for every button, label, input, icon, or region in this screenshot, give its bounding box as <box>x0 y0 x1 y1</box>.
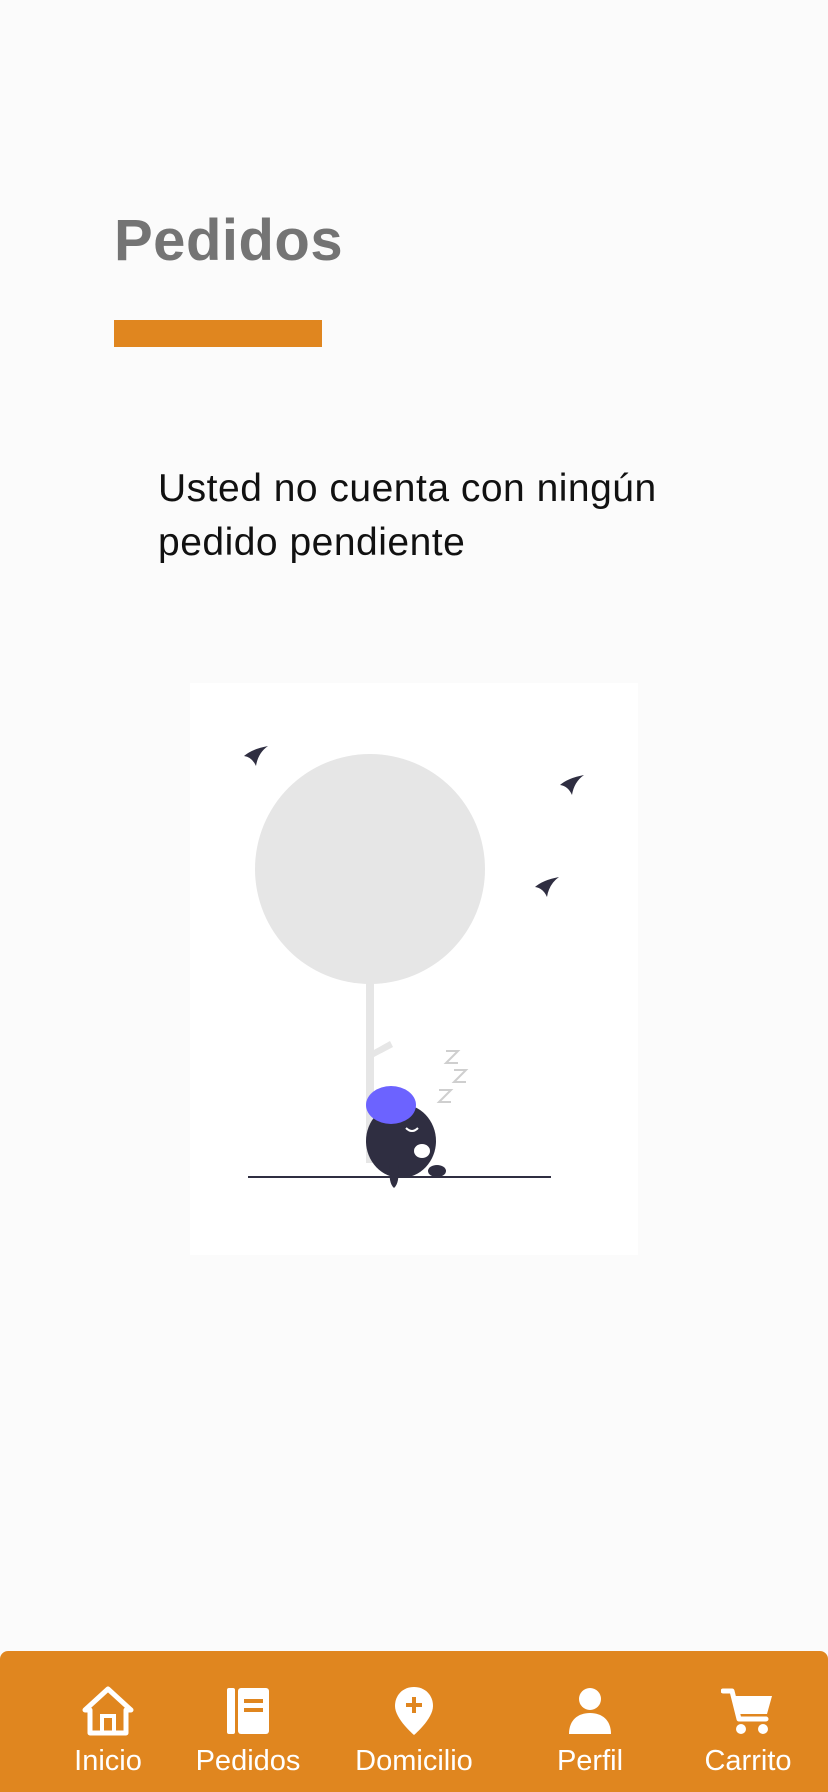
nav-label-domicilio: Domicilio <box>355 1745 473 1777</box>
sleeping-illustration <box>190 683 638 1255</box>
nav-item-perfil[interactable]: Perfil <box>548 1651 632 1792</box>
nav-label-perfil: Perfil <box>556 1745 624 1777</box>
page-title: Pedidos <box>114 208 344 273</box>
nav-label-pedidos: Pedidos <box>195 1745 301 1777</box>
bottom-navigation: Inicio Pedidos Domicilio Perfil Carrito <box>0 1651 828 1792</box>
nav-item-carrito[interactable]: Carrito <box>696 1651 800 1792</box>
bird-icon <box>535 877 559 897</box>
nav-item-pedidos[interactable]: Pedidos <box>188 1651 308 1792</box>
person-icon <box>569 1688 611 1734</box>
snore-zzz <box>436 1050 469 1103</box>
nav-label-inicio: Inicio <box>74 1745 142 1777</box>
bird-icon <box>244 746 268 766</box>
orders-book-icon <box>227 1688 269 1734</box>
home-icon <box>82 1686 134 1736</box>
tree-canopy <box>255 754 485 984</box>
nav-item-inicio[interactable]: Inicio <box>58 1651 158 1792</box>
empty-orders-message: Usted no cuenta con ningún pedido pendie… <box>158 467 657 564</box>
nav-item-domicilio[interactable]: Domicilio <box>342 1651 486 1792</box>
nav-label-carrito: Carrito <box>704 1745 792 1777</box>
character-hat <box>366 1086 416 1124</box>
cart-icon <box>721 1688 772 1734</box>
location-pin-icon <box>395 1687 433 1735</box>
title-underline <box>114 320 322 347</box>
bird-icon <box>560 775 584 795</box>
